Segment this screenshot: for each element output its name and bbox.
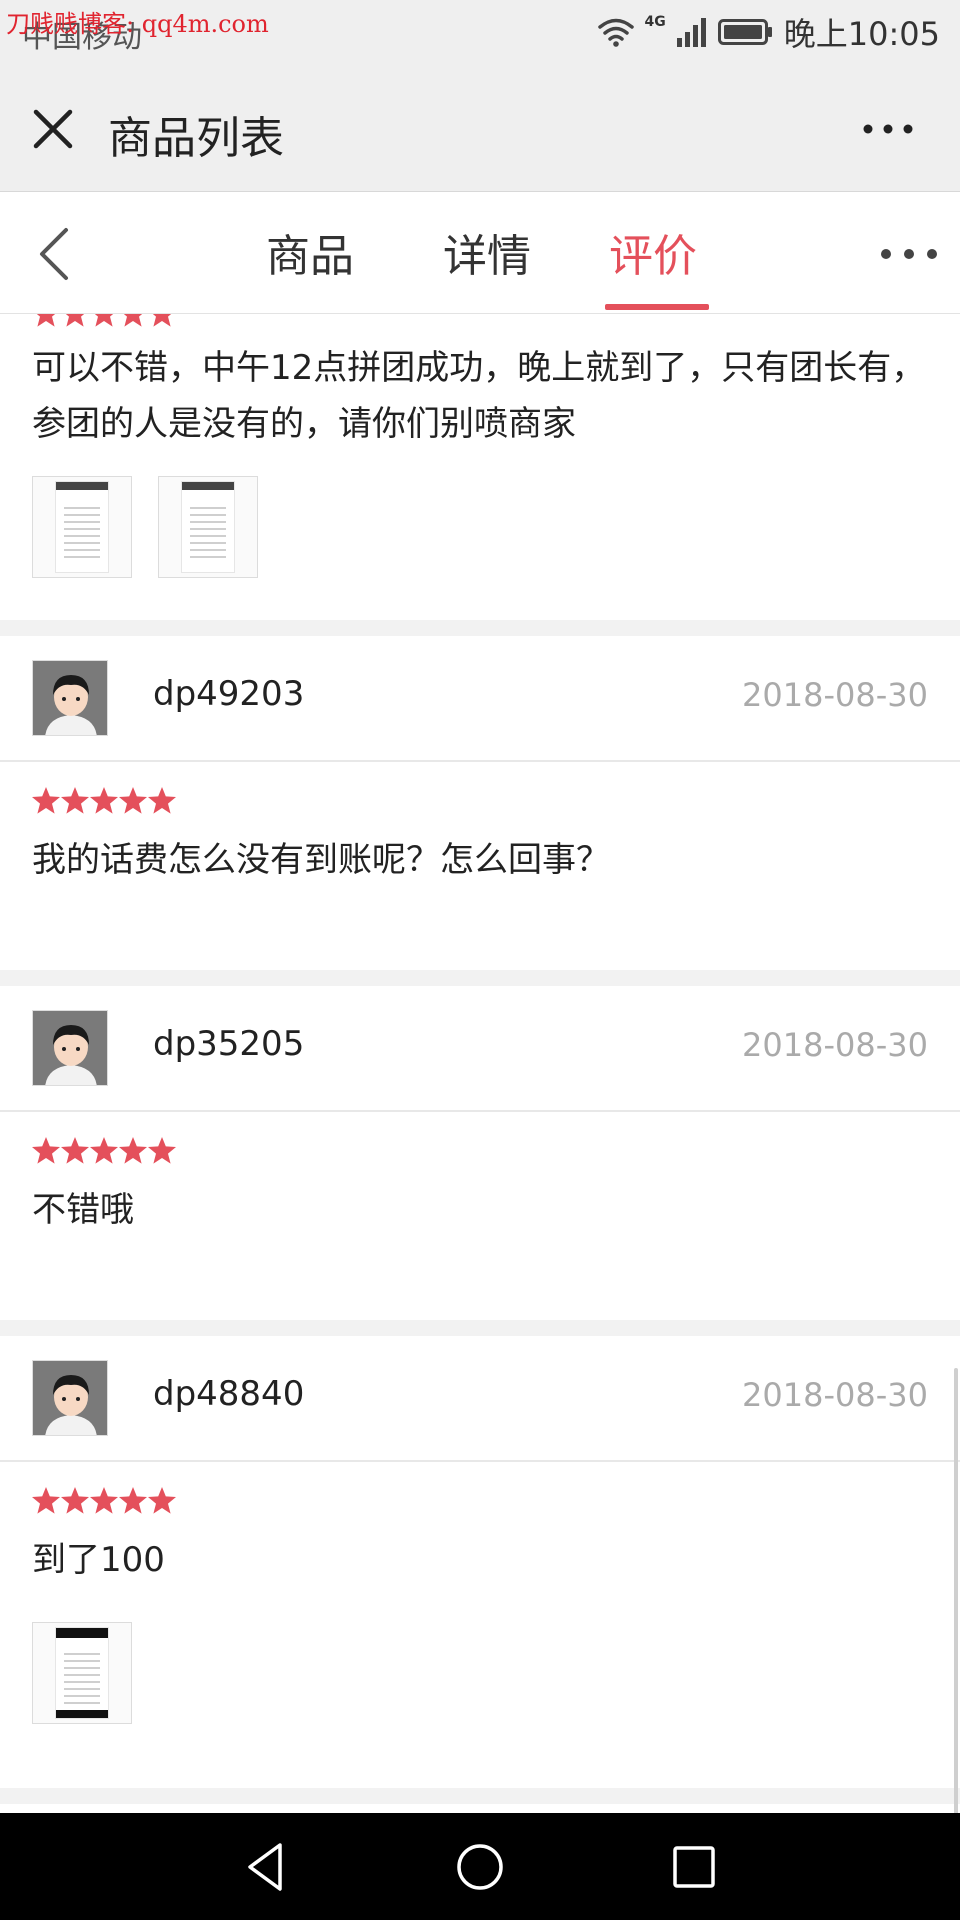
status-icons: 4G 晚上10:05: [597, 10, 940, 54]
clock-time: 晚上10:05: [783, 15, 940, 53]
review-text: 不错哦: [32, 1190, 134, 1230]
square-recent-icon[interactable]: [664, 1837, 724, 1897]
page-title: 商品列表: [108, 113, 284, 164]
tab-details[interactable]: 详情: [443, 220, 531, 284]
network-type-label: 4G: [644, 14, 666, 30]
system-nav-bar: [0, 1813, 960, 1920]
more-options-icon[interactable]: [878, 240, 940, 268]
review-list[interactable]: 可以不错，中午12点拼团成功，晚上就到了，只有团长有，参团的人是没有的，请你们别…: [0, 314, 960, 1813]
circle-home-icon[interactable]: [450, 1837, 510, 1897]
avatar-icon: [33, 661, 107, 735]
avatar[interactable]: [32, 1360, 108, 1436]
avatar[interactable]: [32, 1010, 108, 1086]
avatar-icon: [33, 1361, 107, 1435]
reviewer-username: dp48840: [153, 1374, 305, 1414]
title-bar: 商品列表: [0, 66, 960, 192]
avatar-icon: [33, 1011, 107, 1085]
back-chevron-icon[interactable]: [30, 222, 80, 286]
signal-icon: [676, 18, 706, 47]
review-image-thumbnail[interactable]: [158, 476, 258, 578]
rating-stars: [32, 1487, 176, 1514]
review-header: dp35205 2018-08-30: [0, 986, 960, 1112]
status-bar: 中国移动 刀贱贱博客: qq4m.com 4G 晚上10:05: [0, 0, 960, 66]
triangle-back-icon[interactable]: [236, 1837, 296, 1897]
scrollbar[interactable]: [954, 1368, 958, 1813]
reviewer-username: dp49203: [153, 674, 305, 714]
review-card: dp35205 2018-08-30 不错哦: [0, 986, 960, 1320]
review-header: dp48840 2018-08-30: [0, 1336, 960, 1462]
rating-stars: [36, 314, 172, 327]
review-image-thumbnail[interactable]: [32, 476, 132, 578]
review-text: 到了100: [32, 1540, 165, 1580]
tab-products[interactable]: 商品: [266, 220, 354, 284]
battery-icon: [717, 19, 772, 45]
close-icon[interactable]: [28, 104, 78, 154]
review-card: dp49203 2018-08-30 我的话费怎么没有到账呢？怎么回事？: [0, 636, 960, 970]
avatar[interactable]: [32, 660, 108, 736]
review-card: [0, 1804, 960, 1813]
star-icon: [36, 314, 172, 327]
more-options-icon[interactable]: [858, 114, 918, 144]
rating-stars: [32, 787, 176, 814]
review-image-thumbnail[interactable]: [32, 1622, 132, 1724]
review-card: dp48840 2018-08-30 到了100: [0, 1336, 960, 1788]
review-date: 2018-08-30: [742, 676, 928, 714]
review-card: 可以不错，中午12点拼团成功，晚上就到了，只有团长有，参团的人是没有的，请你们别…: [0, 314, 960, 620]
active-tab-indicator: [605, 304, 709, 310]
reviewer-username: dp35205: [153, 1024, 305, 1064]
review-date: 2018-08-30: [742, 1376, 928, 1414]
tab-bar: 商品 详情 评价: [0, 192, 960, 314]
review-text: 可以不错，中午12点拼团成功，晚上就到了，只有团长有，参团的人是没有的，请你们别…: [32, 348, 926, 444]
wifi-icon: [597, 18, 634, 47]
review-header: dp49203 2018-08-30: [0, 636, 960, 762]
watermark-text: 刀贱贱博客: qq4m.com: [6, 10, 269, 38]
rating-stars: [32, 1137, 176, 1164]
review-date: 2018-08-30: [742, 1026, 928, 1064]
tab-reviews[interactable]: 评价: [609, 220, 697, 284]
review-text: 我的话费怎么没有到账呢？怎么回事？: [32, 840, 610, 880]
